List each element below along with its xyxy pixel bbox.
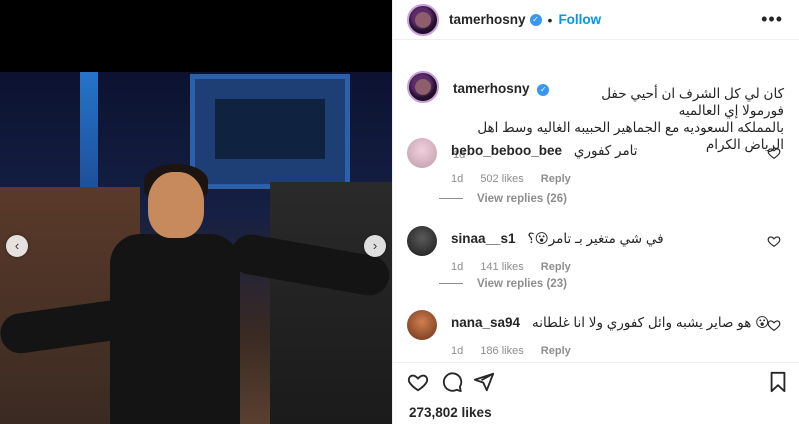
view-replies-button[interactable]: View replies (23) (439, 278, 567, 290)
more-options-icon[interactable]: ••• (761, 9, 783, 30)
comment-likes[interactable]: 141 likes (480, 261, 523, 273)
comment-text: هو صاير يشبه وائل كفوري ولا انا غلطانه 😮 (531, 315, 770, 330)
reply-button[interactable]: Reply (541, 173, 571, 185)
caption: tamerhosny ✓ كان لي كل الشرف ان أحيي حفل… (407, 55, 784, 161)
heart-icon[interactable] (767, 146, 781, 160)
header-username[interactable]: tamerhosny (449, 12, 526, 27)
chevron-right-icon[interactable]: › (364, 235, 386, 257)
caption-line: كان لي كل الشرف ان أحيي حفل فورمولا إي ا… (601, 86, 784, 118)
comment-meta: 1d 502 likes Reply (451, 173, 771, 185)
post-panel: tamerhosny ✓ • Follow ••• tamerhosny ✓ ك… (392, 0, 799, 424)
comment-username[interactable]: nana_sa94 (451, 315, 520, 330)
comment-likes[interactable]: 186 likes (480, 345, 523, 357)
comment-meta: 1d 186 likes Reply (451, 345, 771, 357)
separator-dot: • (547, 11, 553, 28)
comment-likes[interactable]: 502 likes (480, 173, 523, 185)
comment-time: 1d (451, 345, 464, 357)
comment-meta: 1d 141 likes Reply (451, 261, 771, 273)
post-media: ‹ › (0, 0, 392, 424)
post-header: tamerhosny ✓ • Follow ••• (393, 0, 799, 40)
comment-time: 1d (451, 173, 464, 185)
verified-icon: ✓ (529, 13, 542, 26)
comment-time: 1d (451, 261, 464, 273)
comment-text: في شي متغير بـ تامر😮؟ (527, 231, 664, 246)
heart-icon[interactable] (407, 371, 429, 393)
comment-username[interactable]: sinaa__s1 (451, 231, 516, 246)
view-replies-button[interactable]: View replies (26) (439, 193, 567, 205)
caption-avatar[interactable] (407, 71, 439, 103)
comment-username[interactable]: bebo_beboo_bee (451, 143, 562, 158)
post-actions: 273,802 likes (393, 362, 799, 424)
chevron-left-icon[interactable]: ‹ (6, 235, 28, 257)
comment-avatar[interactable] (407, 310, 437, 340)
comment-avatar[interactable] (407, 138, 437, 168)
comment-text: تامر كفوري (573, 143, 638, 158)
share-icon[interactable] (473, 371, 495, 393)
reply-button[interactable]: Reply (541, 261, 571, 273)
comment-avatar[interactable] (407, 226, 437, 256)
heart-icon[interactable] (767, 234, 781, 248)
comment-icon[interactable] (441, 371, 463, 393)
bookmark-icon[interactable] (767, 371, 789, 393)
follow-button[interactable]: Follow (558, 12, 601, 27)
reply-button[interactable]: Reply (541, 345, 571, 357)
likes-count[interactable]: 273,802 likes (409, 405, 492, 420)
avatar[interactable] (407, 3, 439, 36)
heart-icon[interactable] (767, 318, 781, 332)
